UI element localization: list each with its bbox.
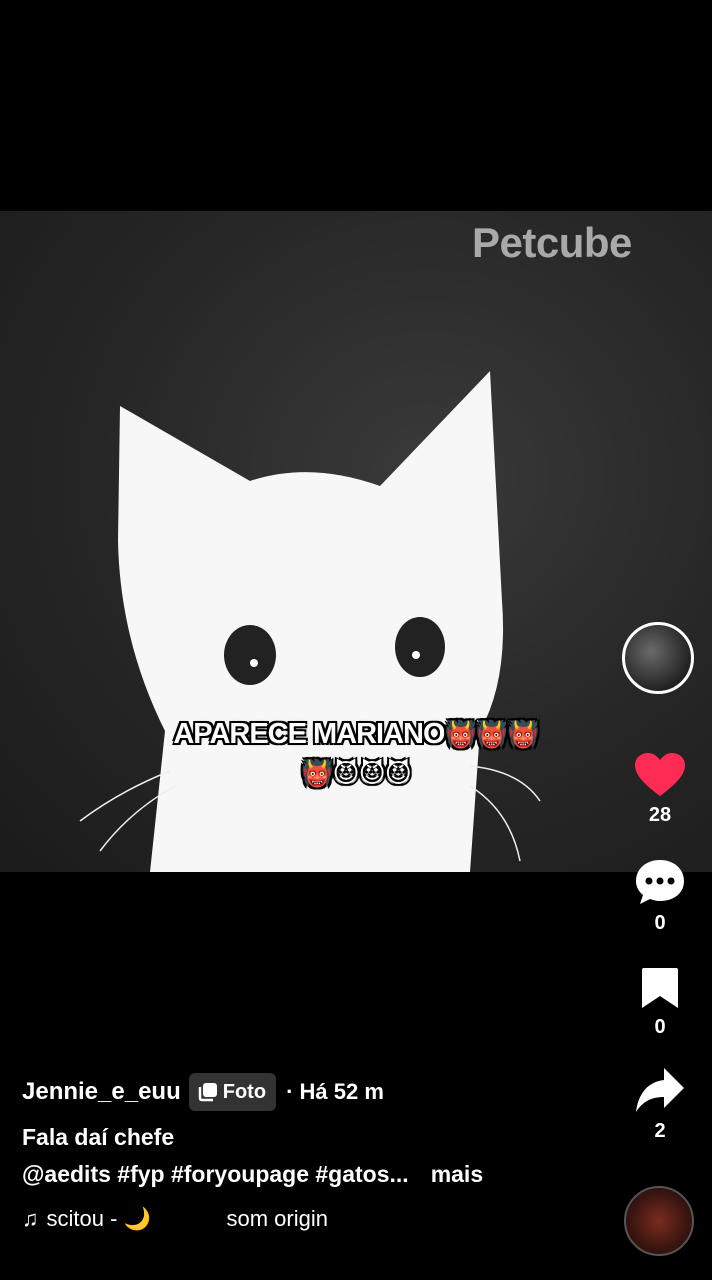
comment-icon: [636, 860, 684, 904]
overlay-emoji: 👹👹👹: [444, 720, 540, 750]
more-button[interactable]: mais: [431, 1161, 483, 1188]
like-button[interactable]: 28: [626, 752, 694, 827]
heart-icon: [635, 753, 685, 796]
overlay-text: APARECE MARIANO: [173, 718, 445, 750]
post-media[interactable]: Petcube APARECE MARIANO👹👹👹 👹😈😈😈: [0, 211, 712, 872]
music-artist: scitou - 🌙: [46, 1206, 151, 1231]
username[interactable]: Jennie_e_euu: [22, 1078, 181, 1106]
creator-avatar[interactable]: [622, 622, 694, 694]
share-count: 2: [654, 1120, 666, 1142]
photo-badge: Foto: [188, 1073, 277, 1111]
watermark: Petcube: [472, 219, 632, 266]
photo-badge-label: Foto: [222, 1080, 267, 1103]
post-info: Jennie_e_euu Foto · Há 52 m Fala daí che…: [22, 1070, 602, 1232]
hashtags-row: @aedits #fyp #foryoupage #gatos... mais: [22, 1161, 602, 1188]
bookmark-icon: [642, 968, 678, 1008]
overlay-caption-line2: 👹😈😈😈: [301, 759, 412, 789]
comment-button[interactable]: 0: [626, 858, 694, 935]
music-disc[interactable]: [624, 1186, 694, 1256]
user-row: Jennie_e_euu Foto · Há 52 m: [22, 1070, 602, 1114]
like-count: 28: [648, 804, 672, 826]
share-button[interactable]: 2: [626, 1066, 694, 1143]
bookmark-count: 0: [654, 1016, 666, 1038]
music-note-icon: ♫: [22, 1206, 39, 1231]
photo-icon: [198, 1083, 217, 1102]
music-title: som origin: [226, 1206, 328, 1231]
comment-count: 0: [654, 912, 666, 934]
music-row[interactable]: ♫ scitou - 🌙 som origin: [22, 1206, 602, 1232]
post-time: · Há 52 m: [286, 1079, 384, 1104]
hashtags[interactable]: @aedits #fyp #foryoupage #gatos...: [22, 1161, 409, 1188]
bookmark-button[interactable]: 0: [626, 966, 694, 1039]
caption: Fala daí chefe: [22, 1124, 175, 1150]
overlay-caption-line1: APARECE MARIANO👹👹👹: [0, 716, 712, 753]
share-icon: [636, 1068, 684, 1112]
